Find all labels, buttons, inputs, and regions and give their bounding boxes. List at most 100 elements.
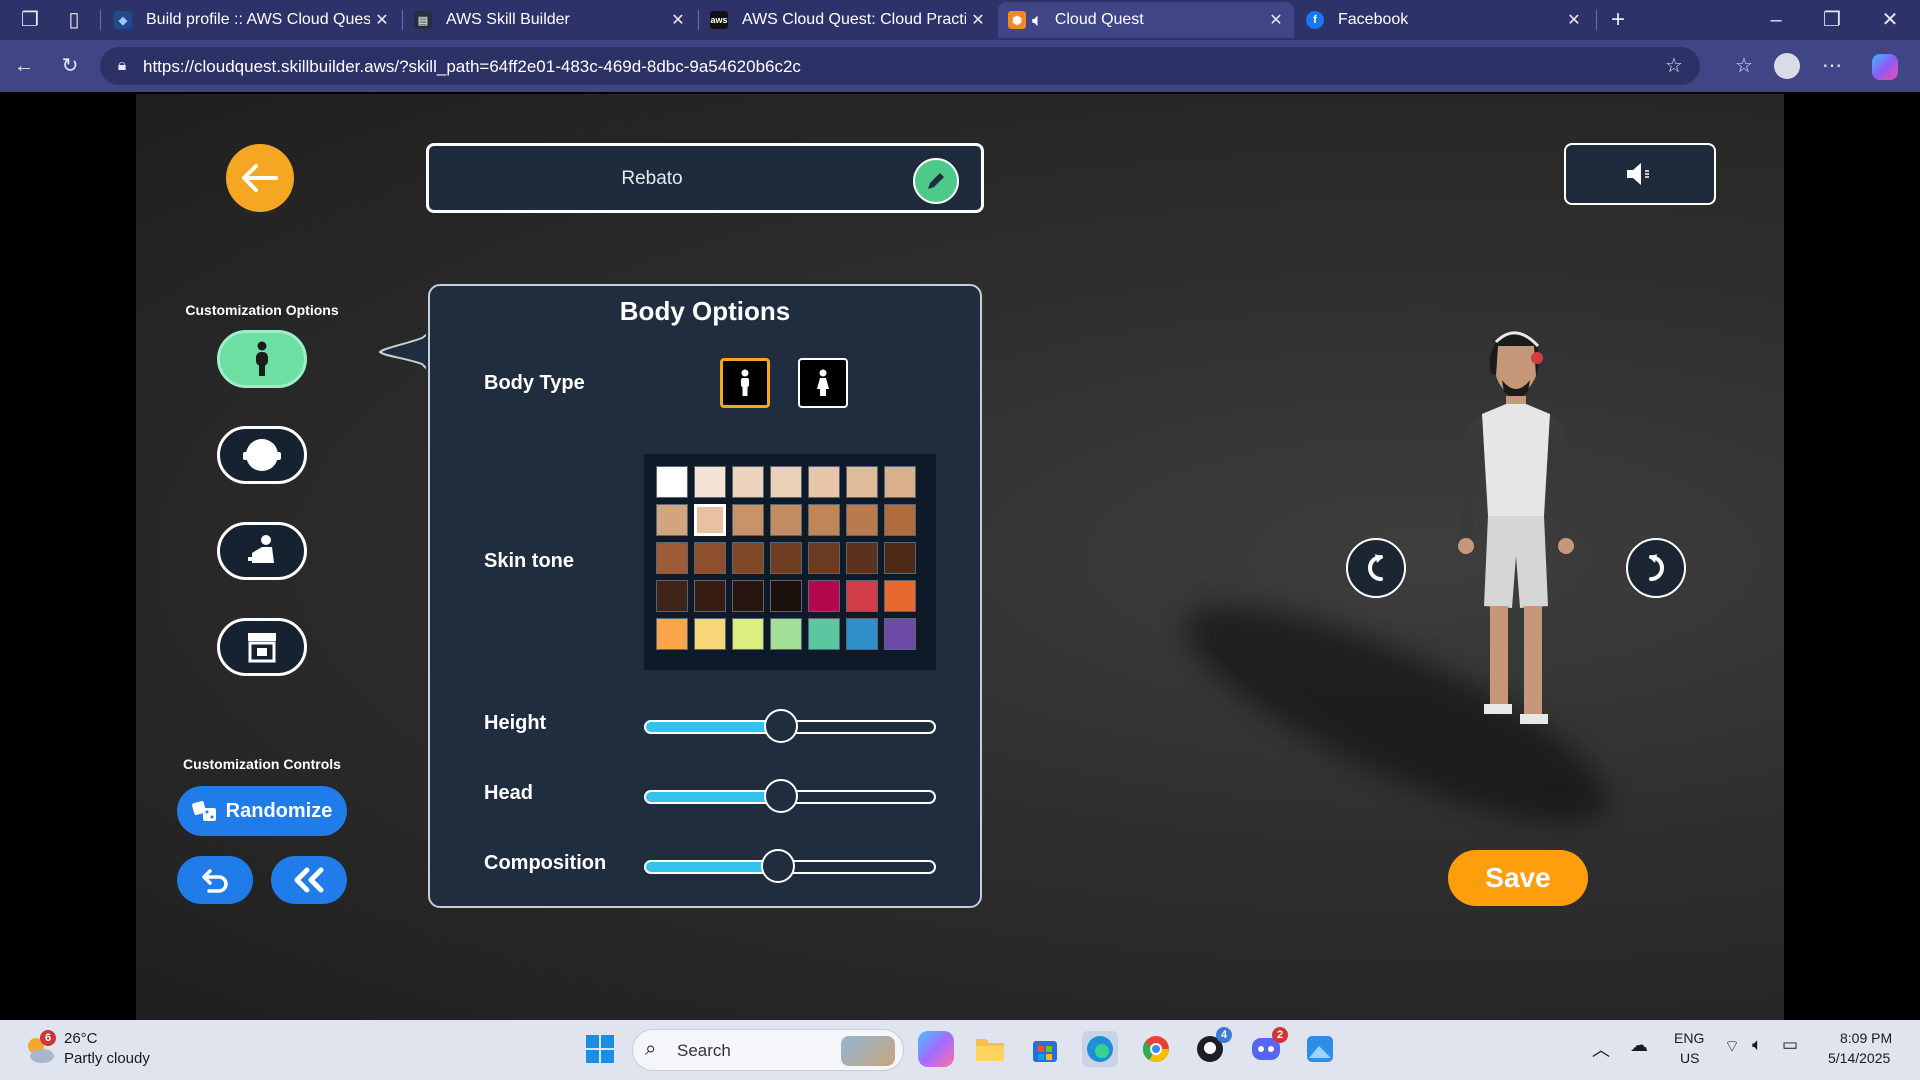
edge-browser-icon[interactable] [1082,1031,1118,1067]
discord-icon[interactable]: 2 [1248,1027,1288,1067]
rotate-left-button[interactable] [1346,538,1406,598]
skin-tone-swatch[interactable] [884,580,916,612]
skin-tone-swatch[interactable] [732,542,764,574]
copilot-app-icon[interactable] [918,1031,954,1067]
skin-tone-swatch[interactable] [656,466,688,498]
close-tab-icon[interactable]: ✕ [1562,10,1586,30]
back-button[interactable] [226,144,294,212]
show-hidden-icons-icon[interactable]: ︿ [1592,1036,1610,1062]
skin-tone-swatch[interactable] [694,618,726,650]
taskbar-search[interactable]: ⌕ Search [632,1029,904,1071]
skin-tone-swatch[interactable] [694,580,726,612]
chrome-icon[interactable] [1138,1031,1174,1067]
tab-cloud-practitioner[interactable]: aws AWS Cloud Quest: Cloud Practitio ✕ [700,2,996,38]
edit-name-button[interactable] [913,158,959,204]
skin-tone-swatch[interactable] [656,504,688,536]
skin-tone-swatch[interactable] [770,542,802,574]
undo-button[interactable] [177,856,253,904]
skin-tone-swatch[interactable] [694,542,726,574]
tab-cloud-quest[interactable]: ⬢ 🔈︎ Cloud Quest ✕ [998,2,1294,38]
close-tab-icon[interactable]: ✕ [966,10,990,30]
tab-build-profile[interactable]: ◆ Build profile :: AWS Cloud Quest: C ✕ [104,2,400,38]
back-icon[interactable]: ← [10,52,38,80]
clock-time[interactable]: 8:09 PM [1840,1030,1892,1046]
skin-tone-swatch[interactable] [808,466,840,498]
new-tab-icon[interactable]: + [1604,6,1632,34]
vertical-tabs-icon[interactable]: ▯ [60,6,88,34]
file-explorer-icon[interactable] [972,1031,1008,1067]
volume-icon[interactable]: 🔈︎ [1752,1035,1762,1055]
favorites-icon[interactable]: ☆ [1730,52,1758,80]
region-indicator[interactable]: US [1680,1050,1699,1066]
skin-tone-swatch[interactable] [656,542,688,574]
skin-tone-swatch[interactable] [808,542,840,574]
skin-tone-swatch[interactable] [770,466,802,498]
skin-tone-swatch[interactable] [770,618,802,650]
head-slider[interactable] [644,779,936,813]
favorite-star-icon[interactable]: ☆ [1660,52,1688,80]
start-button[interactable] [582,1031,618,1067]
skin-tone-swatch[interactable] [732,466,764,498]
reset-button[interactable] [271,856,347,904]
skin-tone-swatch[interactable] [808,618,840,650]
sound-toggle-button[interactable] [1564,143,1716,205]
skin-tone-swatch[interactable] [770,504,802,536]
skin-tone-swatch[interactable] [694,466,726,498]
photos-icon[interactable] [1302,1031,1338,1067]
head-option-button[interactable] [217,426,307,484]
more-options-icon[interactable]: ⋯ [1818,52,1846,80]
save-button[interactable]: Save [1448,850,1588,906]
skin-tone-swatch[interactable] [770,580,802,612]
onedrive-offline-icon[interactable]: ☁︎ [1630,1035,1648,1056]
battery-icon[interactable]: ▭ [1782,1035,1798,1055]
skin-tone-swatch[interactable] [808,504,840,536]
skin-tone-swatch[interactable] [656,618,688,650]
close-tab-icon[interactable]: ✕ [666,10,690,30]
refresh-icon[interactable]: ↻ [56,52,84,80]
close-tab-icon[interactable]: ✕ [370,10,394,30]
skin-tone-swatch[interactable] [846,618,878,650]
skin-tone-swatch[interactable] [884,618,916,650]
language-indicator[interactable]: ENG [1674,1030,1704,1046]
close-tab-icon[interactable]: ✕ [1264,10,1288,30]
skin-tone-swatch[interactable] [846,504,878,536]
skin-tone-swatch[interactable] [732,580,764,612]
skin-tone-swatch[interactable] [846,542,878,574]
wifi-icon[interactable]: ⌔ [1724,1036,1740,1057]
skin-tone-swatch[interactable] [884,504,916,536]
composition-slider[interactable] [644,849,936,883]
address-bar[interactable]: 🔒︎ https://cloudquest.skillbuilder.aws/?… [100,47,1700,85]
body-type-masculine-button[interactable] [720,358,770,408]
skin-tone-swatch[interactable] [846,466,878,498]
skin-tone-swatch[interactable] [884,542,916,574]
tab-facebook[interactable]: f Facebook ✕ [1296,2,1592,38]
profile-avatar[interactable] [1774,53,1800,79]
github-icon[interactable]: 4 [1192,1027,1232,1067]
height-slider-knob[interactable] [764,709,799,743]
skin-tone-swatch[interactable] [732,504,764,536]
speaker-icon[interactable]: 🔈︎ [1032,10,1043,31]
restore-icon[interactable]: ❐ [1818,6,1846,34]
body-type-feminine-button[interactable] [798,358,848,408]
clock-date[interactable]: 5/14/2025 [1828,1050,1890,1066]
skin-tone-swatch[interactable] [884,466,916,498]
copilot-icon[interactable] [1872,54,1898,80]
weather-widget[interactable]: 6 [22,1030,56,1066]
skin-tone-swatch[interactable] [808,580,840,612]
height-slider[interactable] [644,709,936,743]
lock-icon[interactable]: 🔒︎ [108,52,136,80]
body-option-button[interactable] [217,330,307,388]
workspaces-icon[interactable]: ❐ [16,6,44,34]
skin-tone-swatch[interactable] [656,580,688,612]
skin-tone-swatch[interactable] [732,618,764,650]
microsoft-store-icon[interactable] [1027,1031,1063,1067]
outfit-option-button[interactable] [217,522,307,580]
store-option-button[interactable] [217,618,307,676]
randomize-button[interactable]: Randomize [177,786,347,836]
rotate-right-button[interactable] [1626,538,1686,598]
skin-tone-swatch[interactable] [694,504,726,536]
skin-tone-swatch[interactable] [846,580,878,612]
head-slider-knob[interactable] [764,779,799,813]
tab-aws-skill-builder[interactable]: ▤ AWS Skill Builder ✕ [404,2,696,38]
composition-slider-knob[interactable] [761,849,796,883]
